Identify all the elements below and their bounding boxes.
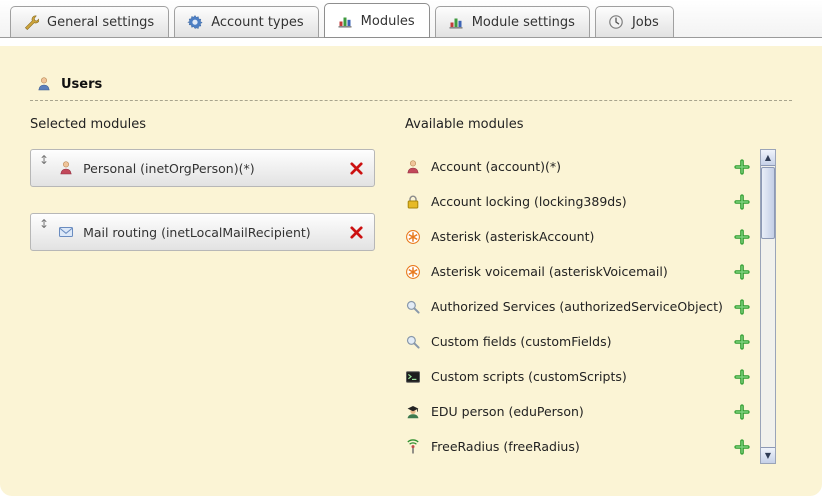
add-module-button[interactable] — [734, 369, 750, 385]
add-module-button[interactable] — [734, 299, 750, 315]
graduate-icon — [405, 404, 421, 420]
available-module-row: Account locking (locking389ds) — [405, 184, 750, 219]
gear-icon — [187, 14, 203, 30]
available-module-row: Asterisk voicemail (asteriskVoicemail) — [405, 254, 750, 289]
wrench-icon — [23, 14, 39, 30]
asterisk-icon — [405, 264, 421, 280]
users-section-header: Users — [30, 76, 792, 101]
modules-icon — [448, 14, 464, 30]
available-module-label: Authorized Services (authorizedServiceOb… — [431, 299, 724, 314]
available-module-row: Asterisk (asteriskAccount) — [405, 219, 750, 254]
tab-label: Jobs — [632, 15, 659, 30]
tab-label: Account types — [211, 15, 303, 30]
add-module-button[interactable] — [734, 334, 750, 350]
lock-icon — [405, 194, 421, 210]
available-modules-column: Available modules Account (account)(*) — [405, 117, 776, 464]
modules-icon — [337, 13, 353, 29]
available-module-row: Authorized Services (authorizedServiceOb… — [405, 289, 750, 324]
selected-modules-column: Selected modules ↕ Personal (inetOrgPers… — [30, 117, 375, 464]
lam-configuration-window: General settings Account types Modules M… — [0, 0, 822, 496]
scrollbar-thumb[interactable] — [761, 167, 775, 239]
available-module-row: Custom scripts (customScripts) — [405, 359, 750, 394]
tab-bar: General settings Account types Modules M… — [0, 0, 822, 38]
selected-modules-heading: Selected modules — [30, 117, 375, 133]
scroll-down-button[interactable]: ▼ — [761, 447, 775, 463]
available-module-label: FreeRadius (freeRadius) — [431, 439, 724, 454]
add-module-button[interactable] — [734, 264, 750, 280]
add-module-button[interactable] — [734, 439, 750, 455]
available-modules-scrollbar[interactable]: ▲ ▼ — [760, 149, 776, 464]
available-module-label: Custom fields (customFields) — [431, 334, 724, 349]
available-module-label: Asterisk voicemail (asteriskVoicemail) — [431, 264, 724, 279]
person-icon — [405, 159, 421, 175]
add-module-button[interactable] — [734, 194, 750, 210]
tab-module-settings[interactable]: Module settings — [435, 6, 590, 37]
asterisk-icon — [405, 229, 421, 245]
add-module-button[interactable] — [734, 229, 750, 245]
add-module-button[interactable] — [734, 159, 750, 175]
available-module-row: Custom fields (customFields) — [405, 324, 750, 359]
tab-label: General settings — [47, 15, 154, 30]
magnifier-icon — [405, 299, 421, 315]
mail-icon — [58, 224, 74, 240]
available-module-label: Asterisk (asteriskAccount) — [431, 229, 724, 244]
tab-general-settings[interactable]: General settings — [10, 6, 169, 37]
add-module-button[interactable] — [734, 404, 750, 420]
clock-icon — [608, 14, 624, 30]
available-module-row: Account (account)(*) — [405, 149, 750, 184]
available-modules-list: Account (account)(*) Account locking (lo… — [405, 149, 750, 464]
tab-label: Modules — [361, 14, 415, 29]
person-icon — [58, 160, 74, 176]
selected-module-label: Mail routing (inetLocalMailRecipient) — [83, 225, 340, 240]
available-module-label: Custom scripts (customScripts) — [431, 369, 724, 384]
section-title: Users — [61, 77, 102, 92]
remove-module-button[interactable] — [349, 225, 364, 240]
users-icon — [36, 76, 52, 92]
available-module-row: FreeRadius (freeRadius) — [405, 429, 750, 464]
available-module-label: Account (account)(*) — [431, 159, 724, 174]
modules-panel: Users Selected modules ↕ Personal (inetO… — [0, 46, 822, 496]
tab-modules[interactable]: Modules — [324, 3, 430, 38]
available-module-row: EDU person (eduPerson) — [405, 394, 750, 429]
available-module-label: Account locking (locking389ds) — [431, 194, 724, 209]
terminal-icon — [405, 369, 421, 385]
selected-module-row-mail-routing[interactable]: ↕ Mail routing (inetLocalMailRecipient) — [30, 213, 375, 251]
selected-module-row-personal[interactable]: ↕ Personal (inetOrgPerson)(*) — [30, 149, 375, 187]
available-modules-heading: Available modules — [405, 117, 776, 133]
available-module-label: EDU person (eduPerson) — [431, 404, 724, 419]
modules-columns: Selected modules ↕ Personal (inetOrgPers… — [30, 117, 792, 464]
tab-jobs[interactable]: Jobs — [595, 6, 674, 37]
scroll-up-button[interactable]: ▲ — [761, 150, 775, 166]
wifi-icon — [405, 439, 421, 455]
selected-module-label: Personal (inetOrgPerson)(*) — [83, 161, 340, 176]
drag-handle-icon[interactable]: ↕ — [39, 150, 49, 166]
magnifier-icon — [405, 334, 421, 350]
tab-account-types[interactable]: Account types — [174, 6, 318, 37]
drag-handle-icon[interactable]: ↕ — [39, 214, 49, 230]
remove-module-button[interactable] — [349, 161, 364, 176]
scrollbar-track[interactable] — [761, 166, 775, 447]
tab-label: Module settings — [472, 15, 575, 30]
